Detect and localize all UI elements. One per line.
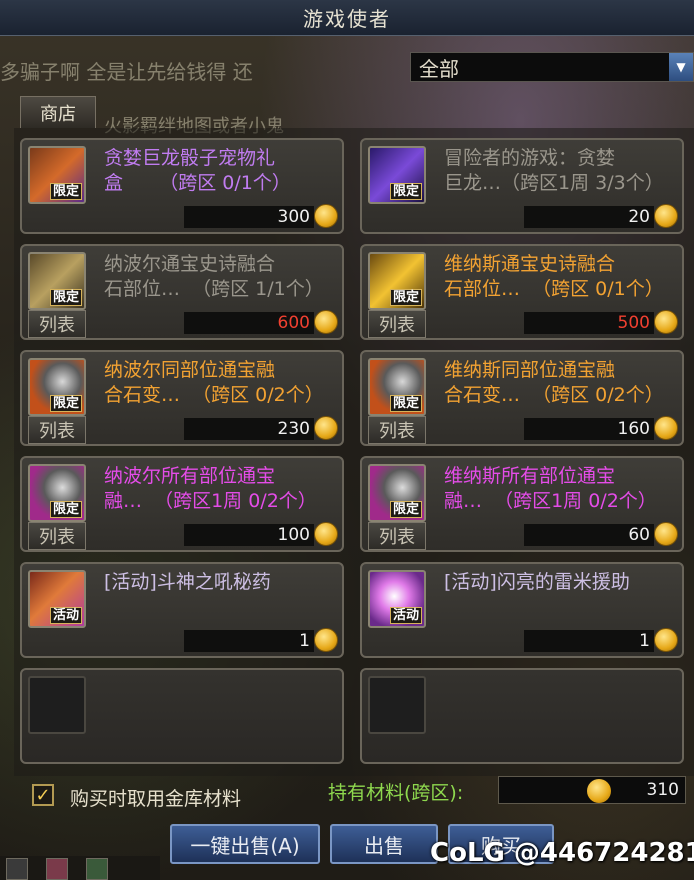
- empty-icon-slot: [28, 676, 86, 734]
- window-title: 游戏使者: [303, 7, 391, 31]
- empty-icon-slot: [368, 676, 426, 734]
- watermark: CoLG @446724281: [430, 838, 694, 868]
- potion-icon: 活动: [28, 570, 86, 628]
- gold-coin-icon: [314, 310, 338, 334]
- item-price: 60: [524, 524, 654, 546]
- gold-coin-icon: [587, 779, 611, 803]
- use-storage-label: 购买时取用金库材料: [70, 788, 242, 810]
- item-name: 维纳斯所有部位通宝 融… （跨区1周 0/2个）: [444, 465, 657, 512]
- item-price: 100: [184, 524, 314, 546]
- shop-item-card[interactable]: 限定 纳波尔同部位通宝融 合石变… （跨区 0/2个） 列表 230: [20, 350, 344, 446]
- empty-slot: [20, 668, 344, 764]
- tab-shop-label: 商店: [40, 103, 76, 125]
- limited-badge: 限定: [49, 183, 82, 200]
- use-storage-checkbox[interactable]: ✓: [32, 784, 54, 806]
- gold-coin-icon: [314, 416, 338, 440]
- shop-item-card[interactable]: 限定 纳波尔通宝史诗融合 石部位… （跨区 1/1个） 列表 600: [20, 244, 344, 340]
- item-price: 20: [524, 206, 654, 228]
- event-badge: 活动: [389, 607, 422, 624]
- item-price: 1: [524, 630, 654, 652]
- gold-coin-icon: [314, 204, 338, 228]
- item-name: 纳波尔所有部位通宝 融… （跨区1周 0/2个）: [104, 465, 317, 512]
- item-name: 纳波尔通宝史诗融合 石部位… （跨区 1/1个）: [104, 253, 324, 300]
- limited-badge: 限定: [389, 395, 422, 412]
- item-price: 230: [184, 418, 314, 440]
- remy-support-icon: 活动: [368, 570, 426, 628]
- limited-badge: 限定: [389, 183, 422, 200]
- limited-badge: 限定: [49, 501, 82, 518]
- item-name: 维纳斯通宝史诗融合 石部位… （跨区 0/1个）: [444, 253, 664, 300]
- limited-badge: 限定: [389, 501, 422, 518]
- item-name: [活动]闪亮的雷米援助: [444, 571, 630, 593]
- treasure-chest-icon: 限定: [28, 252, 86, 310]
- held-materials-value: 310: [646, 780, 679, 800]
- background-chat-text: 多骗子啊 全是让先给钱得 还: [0, 60, 253, 84]
- gold-coin-icon: [314, 628, 338, 652]
- shop-item-card[interactable]: 限定 冒险者的游戏：贪婪 巨龙…（跨区1周 3/3个） 20: [360, 138, 684, 234]
- window-titlebar[interactable]: 游戏使者: [0, 0, 694, 36]
- item-name: 维纳斯同部位通宝融 合石变… （跨区 0/2个）: [444, 359, 664, 406]
- shop-item-card[interactable]: 限定 维纳斯同部位通宝融 合石变… （跨区 0/2个） 列表 160: [360, 350, 684, 446]
- chevron-down-icon[interactable]: ▼: [669, 53, 693, 81]
- item-price: 500: [524, 312, 654, 334]
- category-filter-select[interactable]: 全部 ▼: [410, 52, 694, 82]
- item-name: [活动]斗神之吼秘药: [104, 571, 271, 593]
- item-name: 冒险者的游戏：贪婪 巨龙…（跨区1周 3/3个）: [444, 147, 664, 194]
- empty-slot: [360, 668, 684, 764]
- checkmark-icon: ✓: [35, 784, 51, 806]
- item-price: 600: [184, 312, 314, 334]
- list-button[interactable]: 列表: [368, 522, 426, 550]
- shop-item-card[interactable]: 限定 维纳斯通宝史诗融合 石部位… （跨区 0/1个） 列表 500: [360, 244, 684, 340]
- fusion-stone-icon: 限定: [28, 358, 86, 416]
- gold-coin-icon: [654, 204, 678, 228]
- list-button[interactable]: 列表: [28, 416, 86, 444]
- item-name: 纳波尔同部位通宝融 合石变… （跨区 0/2个）: [104, 359, 324, 406]
- dice-game-icon: 限定: [368, 146, 426, 204]
- filter-value: 全部: [419, 56, 459, 81]
- shop-item-card[interactable]: 限定 纳波尔所有部位通宝 融… （跨区1周 0/2个） 列表 100: [20, 456, 344, 552]
- gold-coin-icon: [654, 522, 678, 546]
- held-materials-display: 310: [498, 776, 686, 804]
- list-button[interactable]: 列表: [28, 522, 86, 550]
- fusion-stone-icon: 限定: [28, 464, 86, 522]
- limited-badge: 限定: [389, 289, 422, 306]
- gold-coin-icon: [654, 416, 678, 440]
- list-button[interactable]: 列表: [368, 310, 426, 338]
- limited-badge: 限定: [49, 289, 82, 306]
- shop-item-card[interactable]: 限定 贪婪巨龙骰子宠物礼 盒 （跨区 0/1个） 300: [20, 138, 344, 234]
- bulk-sell-button[interactable]: 一键出售(A): [170, 824, 320, 864]
- sell-button[interactable]: 出售: [330, 824, 438, 864]
- gold-chest-icon: 限定: [368, 252, 426, 310]
- heart-icon[interactable]: [46, 858, 68, 880]
- gold-coin-icon: [314, 522, 338, 546]
- shop-item-card[interactable]: 活动 [活动]闪亮的雷米援助 1: [360, 562, 684, 658]
- list-button[interactable]: 列表: [28, 310, 86, 338]
- list-button[interactable]: 列表: [368, 416, 426, 444]
- item-price: 300: [184, 206, 314, 228]
- item-price: 160: [524, 418, 654, 440]
- held-materials-label: 持有材料(跨区):: [328, 782, 464, 804]
- skill-slot-icon[interactable]: [6, 858, 28, 880]
- item-name: 贪婪巨龙骰子宠物礼 盒 （跨区 0/1个）: [104, 147, 291, 194]
- tab-shop[interactable]: 商店: [20, 96, 96, 128]
- dice-box-icon: 限定: [28, 146, 86, 204]
- shop-item-card[interactable]: 活动 [活动]斗神之吼秘药 1: [20, 562, 344, 658]
- event-badge: 活动: [49, 607, 82, 624]
- skill-slot-icon[interactable]: [86, 858, 108, 880]
- gold-coin-icon: [654, 310, 678, 334]
- gold-coin-icon: [654, 628, 678, 652]
- shop-item-card[interactable]: 限定 维纳斯所有部位通宝 融… （跨区1周 0/2个） 列表 60: [360, 456, 684, 552]
- limited-badge: 限定: [49, 395, 82, 412]
- fusion-stone-icon: 限定: [368, 464, 426, 522]
- item-price: 1: [184, 630, 314, 652]
- fusion-stone-icon: 限定: [368, 358, 426, 416]
